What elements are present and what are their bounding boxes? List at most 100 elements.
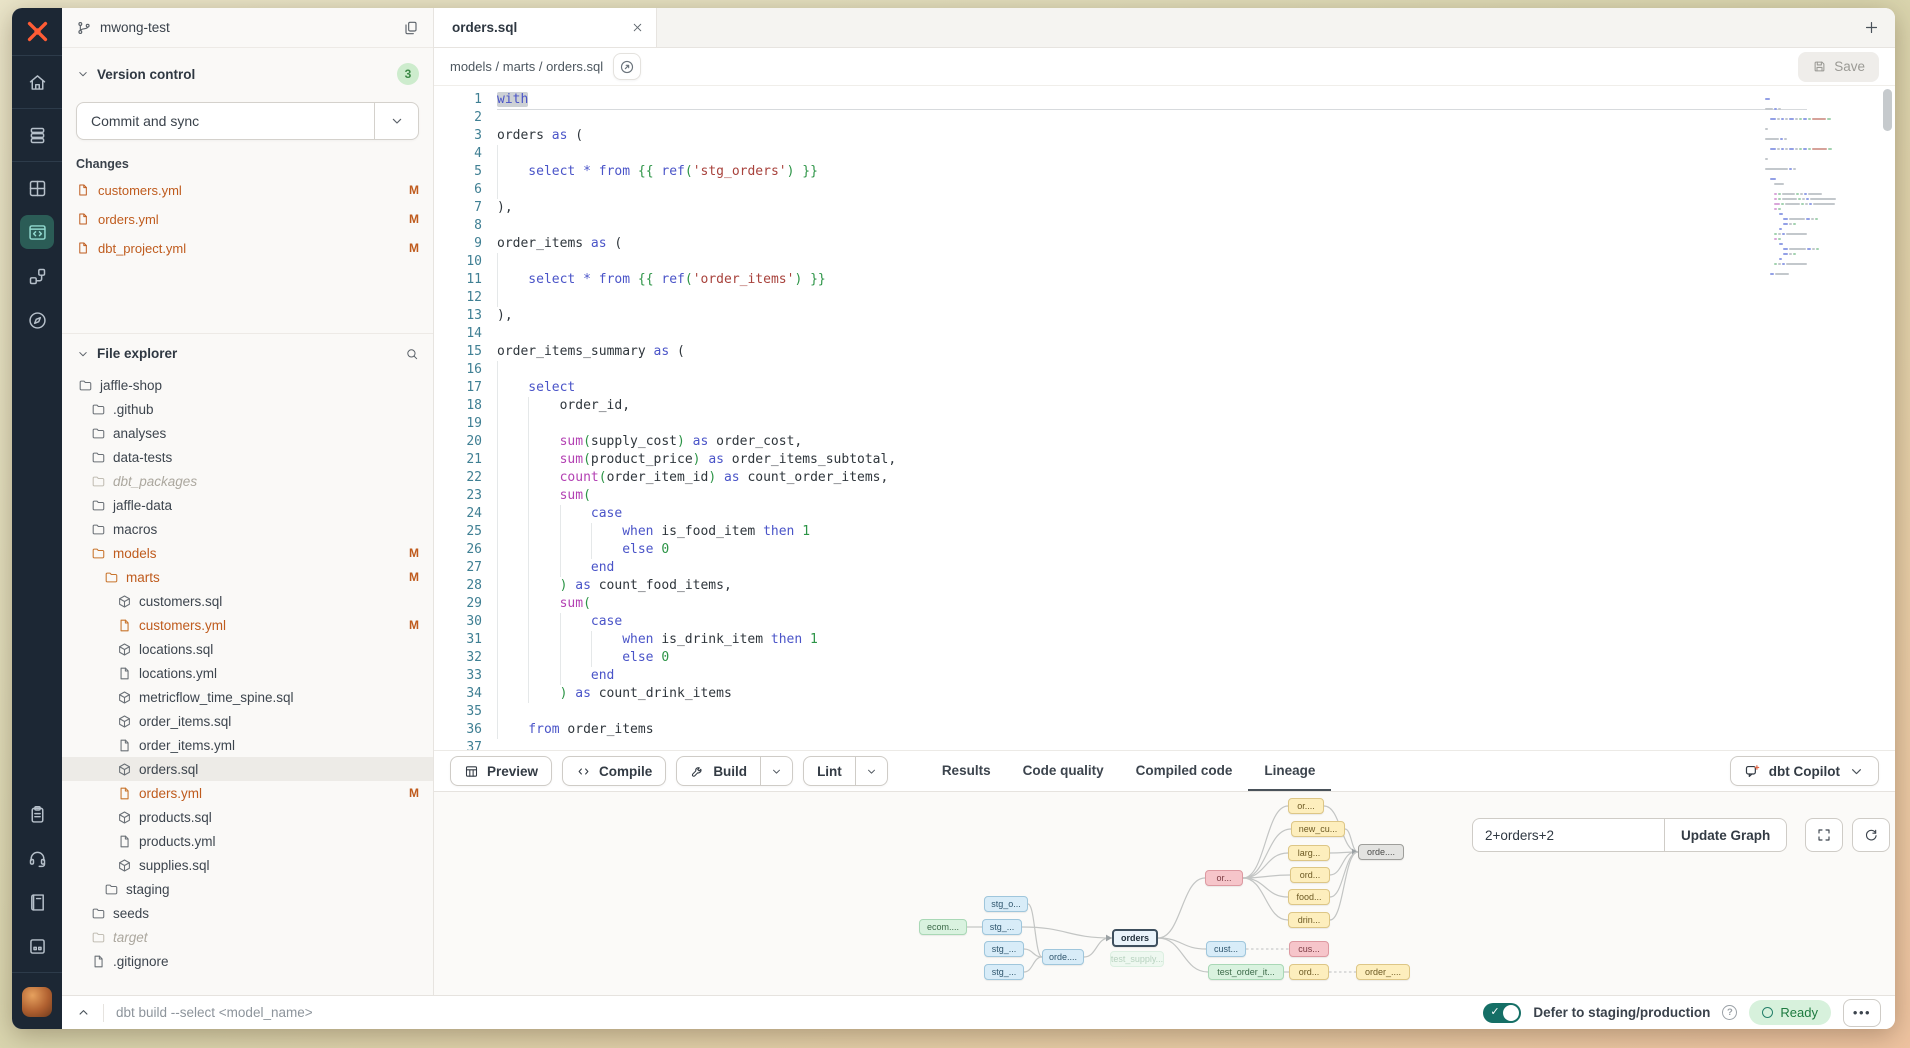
editor-scrollbar[interactable] xyxy=(1883,89,1892,131)
rail-item-compass[interactable] xyxy=(20,303,54,337)
code-line-1[interactable]: 1with xyxy=(434,91,1895,109)
tree-item-marts[interactable]: martsM xyxy=(62,565,433,589)
code-line-14[interactable]: 14 xyxy=(434,325,1895,343)
code-line-35[interactable]: 35 xyxy=(434,703,1895,721)
rail-item-flow[interactable] xyxy=(20,259,54,293)
tree-item-supplies.sql[interactable]: supplies.sql xyxy=(62,853,433,877)
code-line-10[interactable]: 10 xyxy=(434,253,1895,271)
tree-item-customers.yml[interactable]: customers.ymlM xyxy=(62,613,433,637)
tab-results[interactable]: Results xyxy=(926,751,1007,791)
code-line-34[interactable]: 34) as count_drink_items xyxy=(434,685,1895,703)
rail-item-stack[interactable] xyxy=(20,118,54,152)
tab-code-quality[interactable]: Code quality xyxy=(1007,751,1120,791)
close-tab-icon[interactable] xyxy=(631,21,644,34)
code-line-19[interactable]: 19 xyxy=(434,415,1895,433)
tab-compiled-code[interactable]: Compiled code xyxy=(1120,751,1249,791)
lineage-node-y_or[interactable]: or.... xyxy=(1288,798,1324,814)
dbt-command-input[interactable] xyxy=(116,1005,1471,1020)
lineage-node-stgo[interactable]: stg_o... xyxy=(984,896,1028,912)
dbt-copilot-button[interactable]: dbt Copilot xyxy=(1730,756,1879,786)
build-button[interactable]: Build xyxy=(676,756,793,786)
code-line-6[interactable]: 6 xyxy=(434,181,1895,199)
file-explorer-header[interactable]: File explorer xyxy=(62,346,433,361)
code-line-27[interactable]: 27end xyxy=(434,559,1895,577)
commit-dropdown-toggle[interactable] xyxy=(374,103,418,139)
lineage-node-y_ord2[interactable]: ord... xyxy=(1289,964,1329,980)
code-line-16[interactable]: 16 xyxy=(434,361,1895,379)
refresh-graph-button[interactable] xyxy=(1852,818,1890,852)
user-avatar[interactable] xyxy=(22,987,52,1017)
rail-item-home[interactable] xyxy=(20,65,54,99)
tree-item-models[interactable]: modelsM xyxy=(62,541,433,565)
code-line-5[interactable]: 5select * from {{ ref('stg_orders') }} xyxy=(434,163,1895,181)
expand-command-bar-icon[interactable] xyxy=(76,1005,91,1020)
dbt-logo-icon[interactable] xyxy=(12,8,62,56)
tree-item-products.yml[interactable]: products.yml xyxy=(62,829,433,853)
tree-item-macros[interactable]: macros xyxy=(62,517,433,541)
rail-item-clipboard[interactable] xyxy=(20,797,54,831)
new-tab-button[interactable] xyxy=(1847,8,1895,47)
status-badge[interactable]: Ready xyxy=(1749,1000,1831,1025)
lineage-node-or_pink[interactable]: or... xyxy=(1205,870,1243,886)
preview-button[interactable]: Preview xyxy=(450,756,552,786)
code-line-8[interactable]: 8 xyxy=(434,217,1895,235)
code-line-12[interactable]: 12 xyxy=(434,289,1895,307)
code-line-33[interactable]: 33end xyxy=(434,667,1895,685)
tree-item-orders.yml[interactable]: orders.ymlM xyxy=(62,781,433,805)
rail-item-terminal[interactable] xyxy=(20,929,54,963)
tree-item-order_items.yml[interactable]: order_items.yml xyxy=(62,733,433,757)
code-editor[interactable]: 1with23orders as (45select * from {{ ref… xyxy=(434,86,1895,750)
more-options-button[interactable]: ••• xyxy=(1843,999,1881,1027)
lineage-node-y_newcu[interactable]: new_cu... xyxy=(1291,821,1345,837)
code-line-3[interactable]: 3orders as ( xyxy=(434,127,1895,145)
lineage-node-y_larg[interactable]: larg... xyxy=(1288,845,1330,861)
compile-button[interactable]: Compile xyxy=(562,756,666,786)
code-line-15[interactable]: 15order_items_summary as ( xyxy=(434,343,1895,361)
copy-files-icon[interactable] xyxy=(403,20,419,36)
lineage-filter-input[interactable] xyxy=(1472,818,1664,852)
lineage-node-test_supply[interactable]: test_supply... xyxy=(1110,951,1164,967)
rail-item-code-editor[interactable] xyxy=(20,215,54,249)
lineage-node-stg2[interactable]: stg_... xyxy=(984,941,1024,957)
tree-item-locations.sql[interactable]: locations.sql xyxy=(62,637,433,661)
search-icon[interactable] xyxy=(405,347,419,361)
lineage-node-y_ord1[interactable]: ord... xyxy=(1290,867,1330,883)
code-line-37[interactable]: 37 xyxy=(434,739,1895,750)
lineage-node-cus_pink[interactable]: cus... xyxy=(1289,941,1329,957)
save-button[interactable]: Save xyxy=(1798,52,1879,82)
code-line-32[interactable]: 32else 0 xyxy=(434,649,1895,667)
code-line-26[interactable]: 26else 0 xyxy=(434,541,1895,559)
version-control-header[interactable]: Version control 3 xyxy=(76,63,419,85)
code-line-31[interactable]: 31when is_drink_item then 1 xyxy=(434,631,1895,649)
tree-item-seeds[interactable]: seeds xyxy=(62,901,433,925)
lineage-node-cust[interactable]: cust... xyxy=(1206,941,1246,957)
tree-item-analyses[interactable]: analyses xyxy=(62,421,433,445)
tree-item-data-tests[interactable]: data-tests xyxy=(62,445,433,469)
code-line-13[interactable]: 13), xyxy=(434,307,1895,325)
tree-item-customers.sql[interactable]: customers.sql xyxy=(62,589,433,613)
tree-item-metricflow_time_spine.sql[interactable]: metricflow_time_spine.sql xyxy=(62,685,433,709)
lineage-node-test_order[interactable]: test_order_it... xyxy=(1208,964,1284,980)
code-line-9[interactable]: 9order_items as ( xyxy=(434,235,1895,253)
tree-item-order_items.sql[interactable]: order_items.sql xyxy=(62,709,433,733)
tree-item-jaffle-data[interactable]: jaffle-data xyxy=(62,493,433,517)
code-line-17[interactable]: 17select xyxy=(434,379,1895,397)
code-line-28[interactable]: 28) as count_food_items, xyxy=(434,577,1895,595)
changed-file-orders.yml[interactable]: orders.ymlM xyxy=(76,209,419,229)
lint-button[interactable]: Lint xyxy=(803,756,888,786)
lineage-node-y_drin[interactable]: drin... xyxy=(1288,912,1330,928)
rail-item-grid[interactable] xyxy=(20,171,54,205)
changed-file-dbt_project.yml[interactable]: dbt_project.ymlM xyxy=(76,238,419,258)
lint-dropdown-toggle[interactable] xyxy=(855,757,887,785)
code-line-23[interactable]: 23sum( xyxy=(434,487,1895,505)
lineage-node-orders[interactable]: orders xyxy=(1112,929,1158,947)
tree-item-products.sql[interactable]: products.sql xyxy=(62,805,433,829)
minimap[interactable] xyxy=(1765,98,1853,283)
breadcrumb[interactable]: models / marts / orders.sql xyxy=(450,59,603,74)
tab-lineage[interactable]: Lineage xyxy=(1248,751,1331,791)
code-line-11[interactable]: 11select * from {{ ref('order_items') }} xyxy=(434,271,1895,289)
code-line-25[interactable]: 25when is_food_item then 1 xyxy=(434,523,1895,541)
code-line-36[interactable]: 36from order_items xyxy=(434,721,1895,739)
tree-item-jaffle-shop[interactable]: jaffle-shop xyxy=(62,373,433,397)
open-in-lineage-button[interactable] xyxy=(613,53,641,80)
